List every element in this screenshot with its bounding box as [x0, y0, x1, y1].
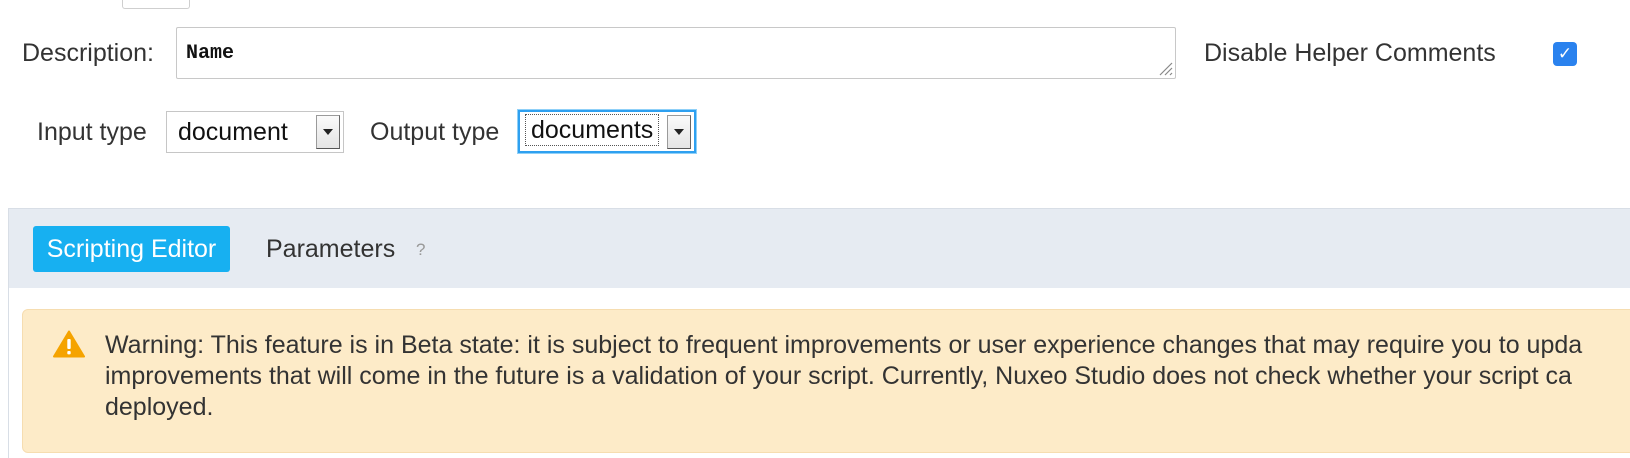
- input-type-select[interactable]: document: [166, 111, 344, 153]
- output-type-select[interactable]: documents: [518, 110, 696, 153]
- warning-line: Warning: This feature is in Beta state: …: [105, 331, 1583, 359]
- description-value: Name: [186, 42, 235, 65]
- chevron-down-icon[interactable]: [667, 115, 691, 149]
- resize-grip-icon[interactable]: [1157, 60, 1173, 76]
- warning-line: deployed.: [105, 393, 214, 421]
- tab-parameters[interactable]: Parameters: [266, 234, 395, 264]
- help-icon[interactable]: ?: [416, 240, 425, 260]
- warning-line: improvements that will come in the futur…: [105, 362, 1572, 390]
- tab-scripting-editor[interactable]: Scripting Editor: [33, 226, 230, 272]
- warning-message: Warning: This feature is in Beta state: …: [105, 330, 1630, 423]
- input-type-label: Input type: [37, 118, 147, 146]
- description-label: Description:: [22, 39, 154, 67]
- chevron-down-icon[interactable]: [316, 115, 340, 149]
- disable-helper-comments-label: Disable Helper Comments: [1204, 39, 1496, 67]
- input-type-value: document: [178, 118, 288, 146]
- disable-helper-comments-checkbox[interactable]: ✓: [1553, 42, 1577, 66]
- output-type-label: Output type: [370, 118, 500, 146]
- previous-field-stub: [122, 0, 190, 9]
- description-textarea[interactable]: Name: [176, 27, 1176, 79]
- tab-bar: [8, 208, 1630, 288]
- warning-triangle-icon: [53, 330, 85, 358]
- output-type-value: documents: [524, 114, 660, 146]
- checkmark-icon: ✓: [1557, 43, 1573, 64]
